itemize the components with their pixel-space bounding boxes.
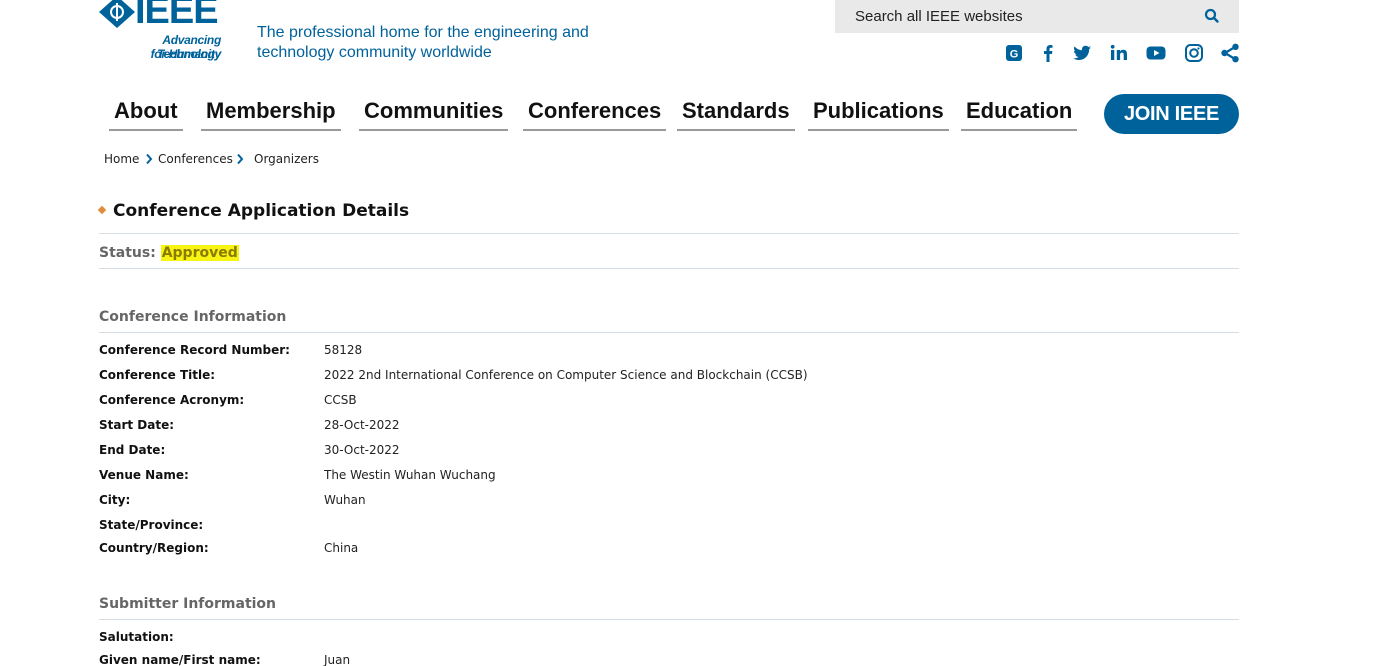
chevron-right-icon <box>146 153 153 165</box>
status-badge: Approved <box>160 245 239 261</box>
field-value: 30-Oct-2022 <box>324 443 400 457</box>
instagram-icon[interactable] <box>1183 42 1205 64</box>
search-bar <box>835 0 1239 33</box>
divider <box>99 332 1239 333</box>
field-label: City: <box>99 493 131 507</box>
breadcrumb-conferences[interactable]: Conferences <box>158 152 233 166</box>
site-tagline-line2: technology community worldwide <box>257 44 492 61</box>
diamond-bullet-icon <box>97 205 107 215</box>
chevron-right-icon <box>237 153 244 165</box>
nav-item-publications[interactable]: Publications <box>808 96 949 131</box>
nav-item-membership[interactable]: Membership <box>201 96 341 131</box>
field-value: The Westin Wuhan Wuchang <box>324 468 496 482</box>
breadcrumb-organizers: Organizers <box>254 152 319 166</box>
linkedin-icon[interactable] <box>1108 42 1130 64</box>
ieee-logo[interactable]: IEEE Advancing Technology for Humanity <box>99 0 221 62</box>
field-label: Conference Title: <box>99 368 216 382</box>
logo-tagline-line2: for Humanity <box>150 47 222 61</box>
field-value: 28-Oct-2022 <box>324 418 400 432</box>
site-tagline: The professional home for the engineerin… <box>257 23 617 63</box>
info-row: Country/Region: China <box>99 541 1239 559</box>
ieee-diamond-icon <box>99 0 135 28</box>
info-row: Conference Title: 2022 2nd International … <box>99 368 1239 386</box>
section-title-conference-information: Conference Information <box>99 309 287 325</box>
field-label: Venue Name: <box>99 468 189 482</box>
field-label: Conference Record Number: <box>99 343 290 357</box>
nav-item-education[interactable]: Education <box>961 96 1078 131</box>
divider <box>99 233 1239 234</box>
field-label: Given name/First name: <box>99 653 261 666</box>
field-label: Salutation: <box>99 630 174 644</box>
field-value: Juan <box>324 653 351 666</box>
divider <box>99 268 1239 269</box>
info-row: Conference Record Number: 58128 <box>99 343 1239 361</box>
logo-wordmark: IEEE <box>135 0 219 32</box>
join-ieee-button[interactable]: JOIN IEEE <box>1104 94 1239 134</box>
field-value: 58128 <box>324 343 363 357</box>
field-label: Conference Acronym: <box>99 393 245 407</box>
divider <box>99 619 1239 620</box>
ieee-collabratec-icon[interactable]: G <box>1003 42 1025 64</box>
breadcrumb-home[interactable]: Home <box>104 152 139 166</box>
page-title-text: Conference Application Details <box>113 201 410 221</box>
social-links: G <box>1000 42 1240 66</box>
search-input[interactable] <box>835 0 1195 33</box>
facebook-icon[interactable] <box>1037 42 1059 64</box>
info-row: Given name/First name: Juan <box>99 653 1239 666</box>
status-label: Status: <box>99 245 156 261</box>
section-title-submitter-information: Submitter Information <box>99 596 277 612</box>
info-row: Start Date: 28-Oct-2022 <box>99 418 1239 436</box>
page-title: Conference Application Details <box>97 201 410 221</box>
field-label: State/Province: <box>99 518 204 532</box>
share-icon[interactable] <box>1219 42 1241 64</box>
field-label: Start Date: <box>99 418 175 432</box>
info-row: City: Wuhan <box>99 493 1239 511</box>
field-value: China <box>324 541 359 555</box>
info-row: Salutation: <box>99 630 1239 648</box>
info-row: State/Province: <box>99 518 1239 536</box>
nav-item-conferences[interactable]: Conferences <box>523 96 667 131</box>
status-line: Status: Approved <box>99 245 239 261</box>
twitter-icon[interactable] <box>1071 42 1093 64</box>
youtube-icon[interactable] <box>1145 42 1167 64</box>
info-row: Conference Acronym: CCSB <box>99 393 1239 411</box>
field-value: 2022 2nd International Conference on Com… <box>324 368 808 382</box>
svg-text:G: G <box>1010 49 1019 61</box>
nav-item-about[interactable]: About <box>109 96 183 131</box>
info-row: End Date: 30-Oct-2022 <box>99 443 1239 461</box>
info-row: Venue Name: The Westin Wuhan Wuchang <box>99 468 1239 486</box>
search-icon[interactable] <box>1203 7 1221 25</box>
field-label: End Date: <box>99 443 166 457</box>
nav-item-standards[interactable]: Standards <box>677 96 795 131</box>
site-tagline-line1: The professional home for the engineerin… <box>257 24 589 41</box>
field-value: Wuhan <box>324 493 366 507</box>
field-value: CCSB <box>324 393 357 407</box>
nav-item-communities[interactable]: Communities <box>359 96 509 131</box>
field-label: Country/Region: <box>99 541 209 555</box>
